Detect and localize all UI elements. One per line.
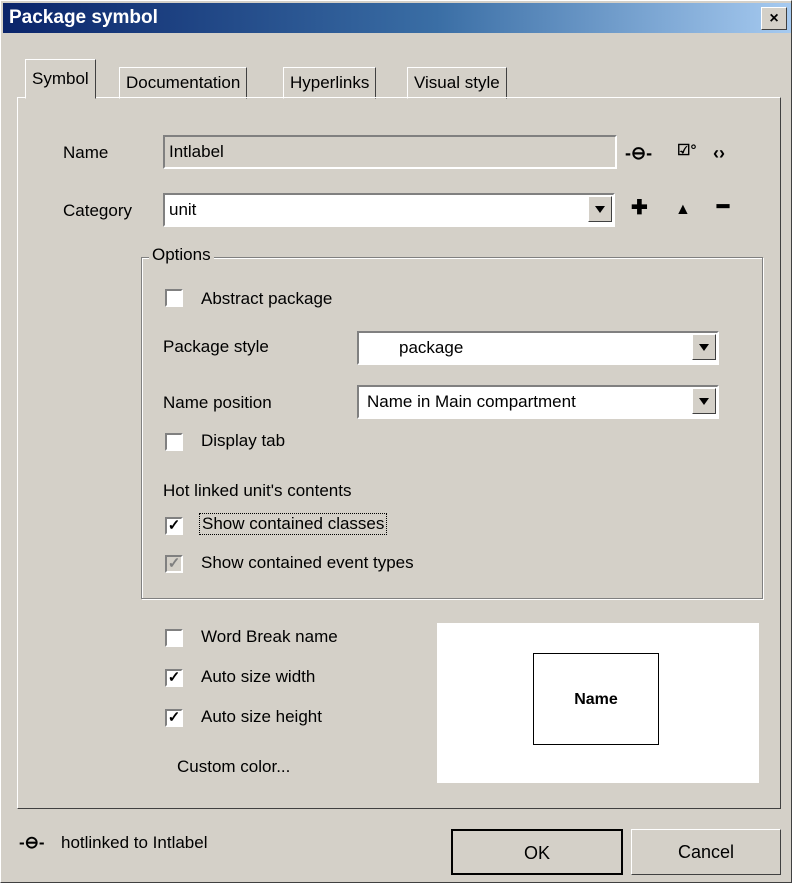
package-style-select[interactable]: package (357, 331, 719, 365)
symbol-preview: Name (437, 623, 759, 783)
tab-visual-style[interactable]: Visual style (407, 67, 507, 99)
show-classes-checkbox[interactable]: ✓ (165, 517, 183, 535)
category-label: Category (63, 201, 132, 220)
package-style-label: Package style (163, 337, 269, 356)
show-classes-label: Show contained classes (199, 513, 388, 535)
close-button[interactable]: × (761, 7, 787, 30)
auto-height-checkbox[interactable]: ✓ (165, 709, 183, 727)
preview-name-box: Name (533, 653, 659, 745)
package-style-value: package (399, 338, 464, 357)
ok-button[interactable]: OK (451, 829, 623, 875)
category-select[interactable]: unit (163, 193, 615, 227)
window-title: Package symbol (9, 7, 158, 28)
chevron-down-icon[interactable] (588, 196, 612, 222)
auto-height-label: Auto size height (201, 707, 322, 726)
name-field[interactable]: Intlabel (163, 135, 617, 169)
display-tab-label: Display tab (201, 431, 286, 450)
custom-color-link[interactable]: Custom color... (177, 757, 290, 777)
hotlink-status: hotlinked to Intlabel (61, 833, 208, 852)
name-position-label: Name position (163, 393, 272, 412)
display-tab-checkbox[interactable] (165, 433, 183, 451)
show-event-types-checkbox: ✓ (165, 555, 183, 573)
chevron-down-icon[interactable] (692, 388, 716, 414)
tab-documentation[interactable]: Documentation (119, 67, 248, 99)
category-value: unit (169, 200, 197, 219)
chevron-down-icon[interactable] (692, 334, 716, 360)
name-position-select[interactable]: Name in Main compartment (357, 385, 719, 419)
checklist-icon[interactable]: ☑° (677, 139, 696, 163)
auto-width-checkbox[interactable]: ✓ (165, 669, 183, 687)
auto-width-label: Auto size width (201, 667, 316, 686)
word-break-checkbox[interactable] (165, 629, 183, 647)
hot-linked-label: Hot linked unit's contents (163, 481, 352, 500)
hotlink-icon[interactable]: -⊖- (625, 141, 652, 165)
hotlink-icon: -⊖- (19, 833, 45, 852)
name-label: Name (63, 143, 109, 162)
show-event-types-label: Show contained event types (201, 553, 414, 572)
tab-hyperlinks[interactable]: Hyperlinks (283, 67, 377, 99)
abstract-package-checkbox[interactable] (165, 289, 183, 307)
plus-icon[interactable]: ✚ (631, 196, 648, 220)
abstract-package-label: Abstract package (201, 289, 333, 308)
cancel-button[interactable]: Cancel (631, 829, 781, 875)
options-group-label: Options (149, 245, 214, 265)
package-symbol-dialog: Package symbol × Symbol Documentation Hy… (0, 0, 792, 883)
tab-symbol[interactable]: Symbol (25, 59, 96, 99)
title-bar[interactable]: Package symbol × (3, 3, 791, 33)
minus-icon[interactable]: ━ (717, 195, 729, 219)
name-position-value: Name in Main compartment (367, 392, 576, 411)
move-up-icon[interactable]: ▲ (675, 198, 691, 222)
word-break-label: Word Break name (201, 627, 338, 646)
unlink-icon[interactable]: ‹› (713, 141, 725, 165)
